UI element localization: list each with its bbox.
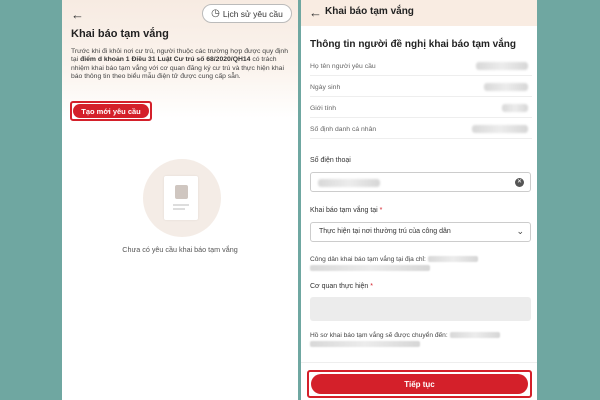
create-request-label: Tạo mới yêu cầu	[73, 104, 149, 118]
document-icon	[164, 176, 198, 220]
info-row-id-number: Số định danh cá nhân	[310, 120, 532, 139]
info-row-label: Họ tên người yêu cầu	[310, 62, 376, 70]
history-button-label: Lịch sử yêu cầu	[222, 8, 283, 19]
required-marker: *	[379, 207, 383, 214]
header-title: Khai báo tạm vắng	[325, 6, 414, 17]
agency-field	[310, 297, 531, 321]
continue-button-label: Tiếp tục	[311, 374, 528, 394]
required-marker: *	[370, 283, 373, 290]
redacted-value	[476, 62, 528, 70]
phone-input[interactable]: ✕	[310, 172, 531, 192]
redacted-value	[484, 83, 528, 91]
form-title: Thông tin người đề nghị khai báo tạm vắn…	[310, 39, 517, 50]
agency-label-text: Cơ quan thực hiện	[310, 283, 369, 290]
arrow-left-icon[interactable]: ←	[309, 6, 322, 19]
chevron-down-icon: ⌄	[516, 226, 524, 236]
page-title: Khai báo tạm vắng	[71, 28, 169, 40]
redacted-value	[449, 332, 500, 339]
info-row-gender: Giới tính	[310, 99, 532, 118]
request-list-screen: ← ◷ Lịch sử yêu cầu Khai báo tạm vắng Tr…	[62, 0, 298, 400]
location-select-value: Thực hiện tại nơi thường trú của công dâ…	[319, 228, 451, 235]
photo-placeholder	[175, 185, 188, 199]
description-text: Trước khi đi khỏi nơi cư trú, người thuộ…	[71, 48, 293, 82]
agency-label: Cơ quan thực hiện *	[310, 283, 373, 290]
clear-icon[interactable]: ✕	[515, 178, 524, 187]
redacted-value	[310, 265, 430, 272]
arrow-left-icon[interactable]: ←	[71, 8, 84, 21]
info-row-full-name: Họ tên người yêu cầu	[310, 57, 532, 76]
create-request-button[interactable]: Tạo mới yêu cầu	[70, 101, 152, 121]
phone-label: Số điện thoại	[310, 157, 351, 164]
document-line	[173, 204, 189, 206]
document-line	[173, 208, 185, 210]
address-note: Công dân khai báo tạm vắng tại địa chỉ:	[310, 255, 532, 273]
address-note-text: Công dân khai báo tạm vắng tại địa chỉ:	[310, 256, 426, 263]
location-select[interactable]: Thực hiện tại nơi thường trú của công dâ…	[310, 222, 531, 242]
info-row-label: Số định danh cá nhân	[310, 125, 377, 133]
empty-state-text: Chưa có yêu cầu khai báo tạm vắng	[122, 245, 238, 254]
redacted-value	[310, 341, 420, 348]
transfer-note: Hồ sơ khai báo tạm vắng sẽ được chuyển đ…	[310, 331, 532, 349]
request-form-screen: ← Khai báo tạm vắng Thông tin người đề n…	[301, 0, 537, 400]
redacted-value	[427, 256, 478, 263]
info-row-birth-date: Ngày sinh	[310, 78, 532, 97]
redacted-value	[318, 179, 380, 187]
redacted-value	[502, 104, 528, 112]
history-button[interactable]: ◷ Lịch sử yêu cầu	[202, 4, 292, 23]
location-label: Khai báo tạm vắng tại *	[310, 207, 382, 214]
info-row-label: Giới tính	[310, 104, 336, 112]
redacted-value	[472, 125, 528, 133]
description-legal-reference: điểm d khoản 1 Điều 31 Luật Cư trú số 68…	[80, 56, 251, 64]
continue-button[interactable]: Tiếp tục	[307, 370, 532, 398]
transfer-note-text: Hồ sơ khai báo tạm vắng sẽ được chuyển đ…	[310, 332, 448, 339]
location-label-text: Khai báo tạm vắng tại	[310, 207, 378, 214]
info-row-label: Ngày sinh	[310, 83, 341, 91]
clock-icon: ◷	[211, 8, 220, 19]
